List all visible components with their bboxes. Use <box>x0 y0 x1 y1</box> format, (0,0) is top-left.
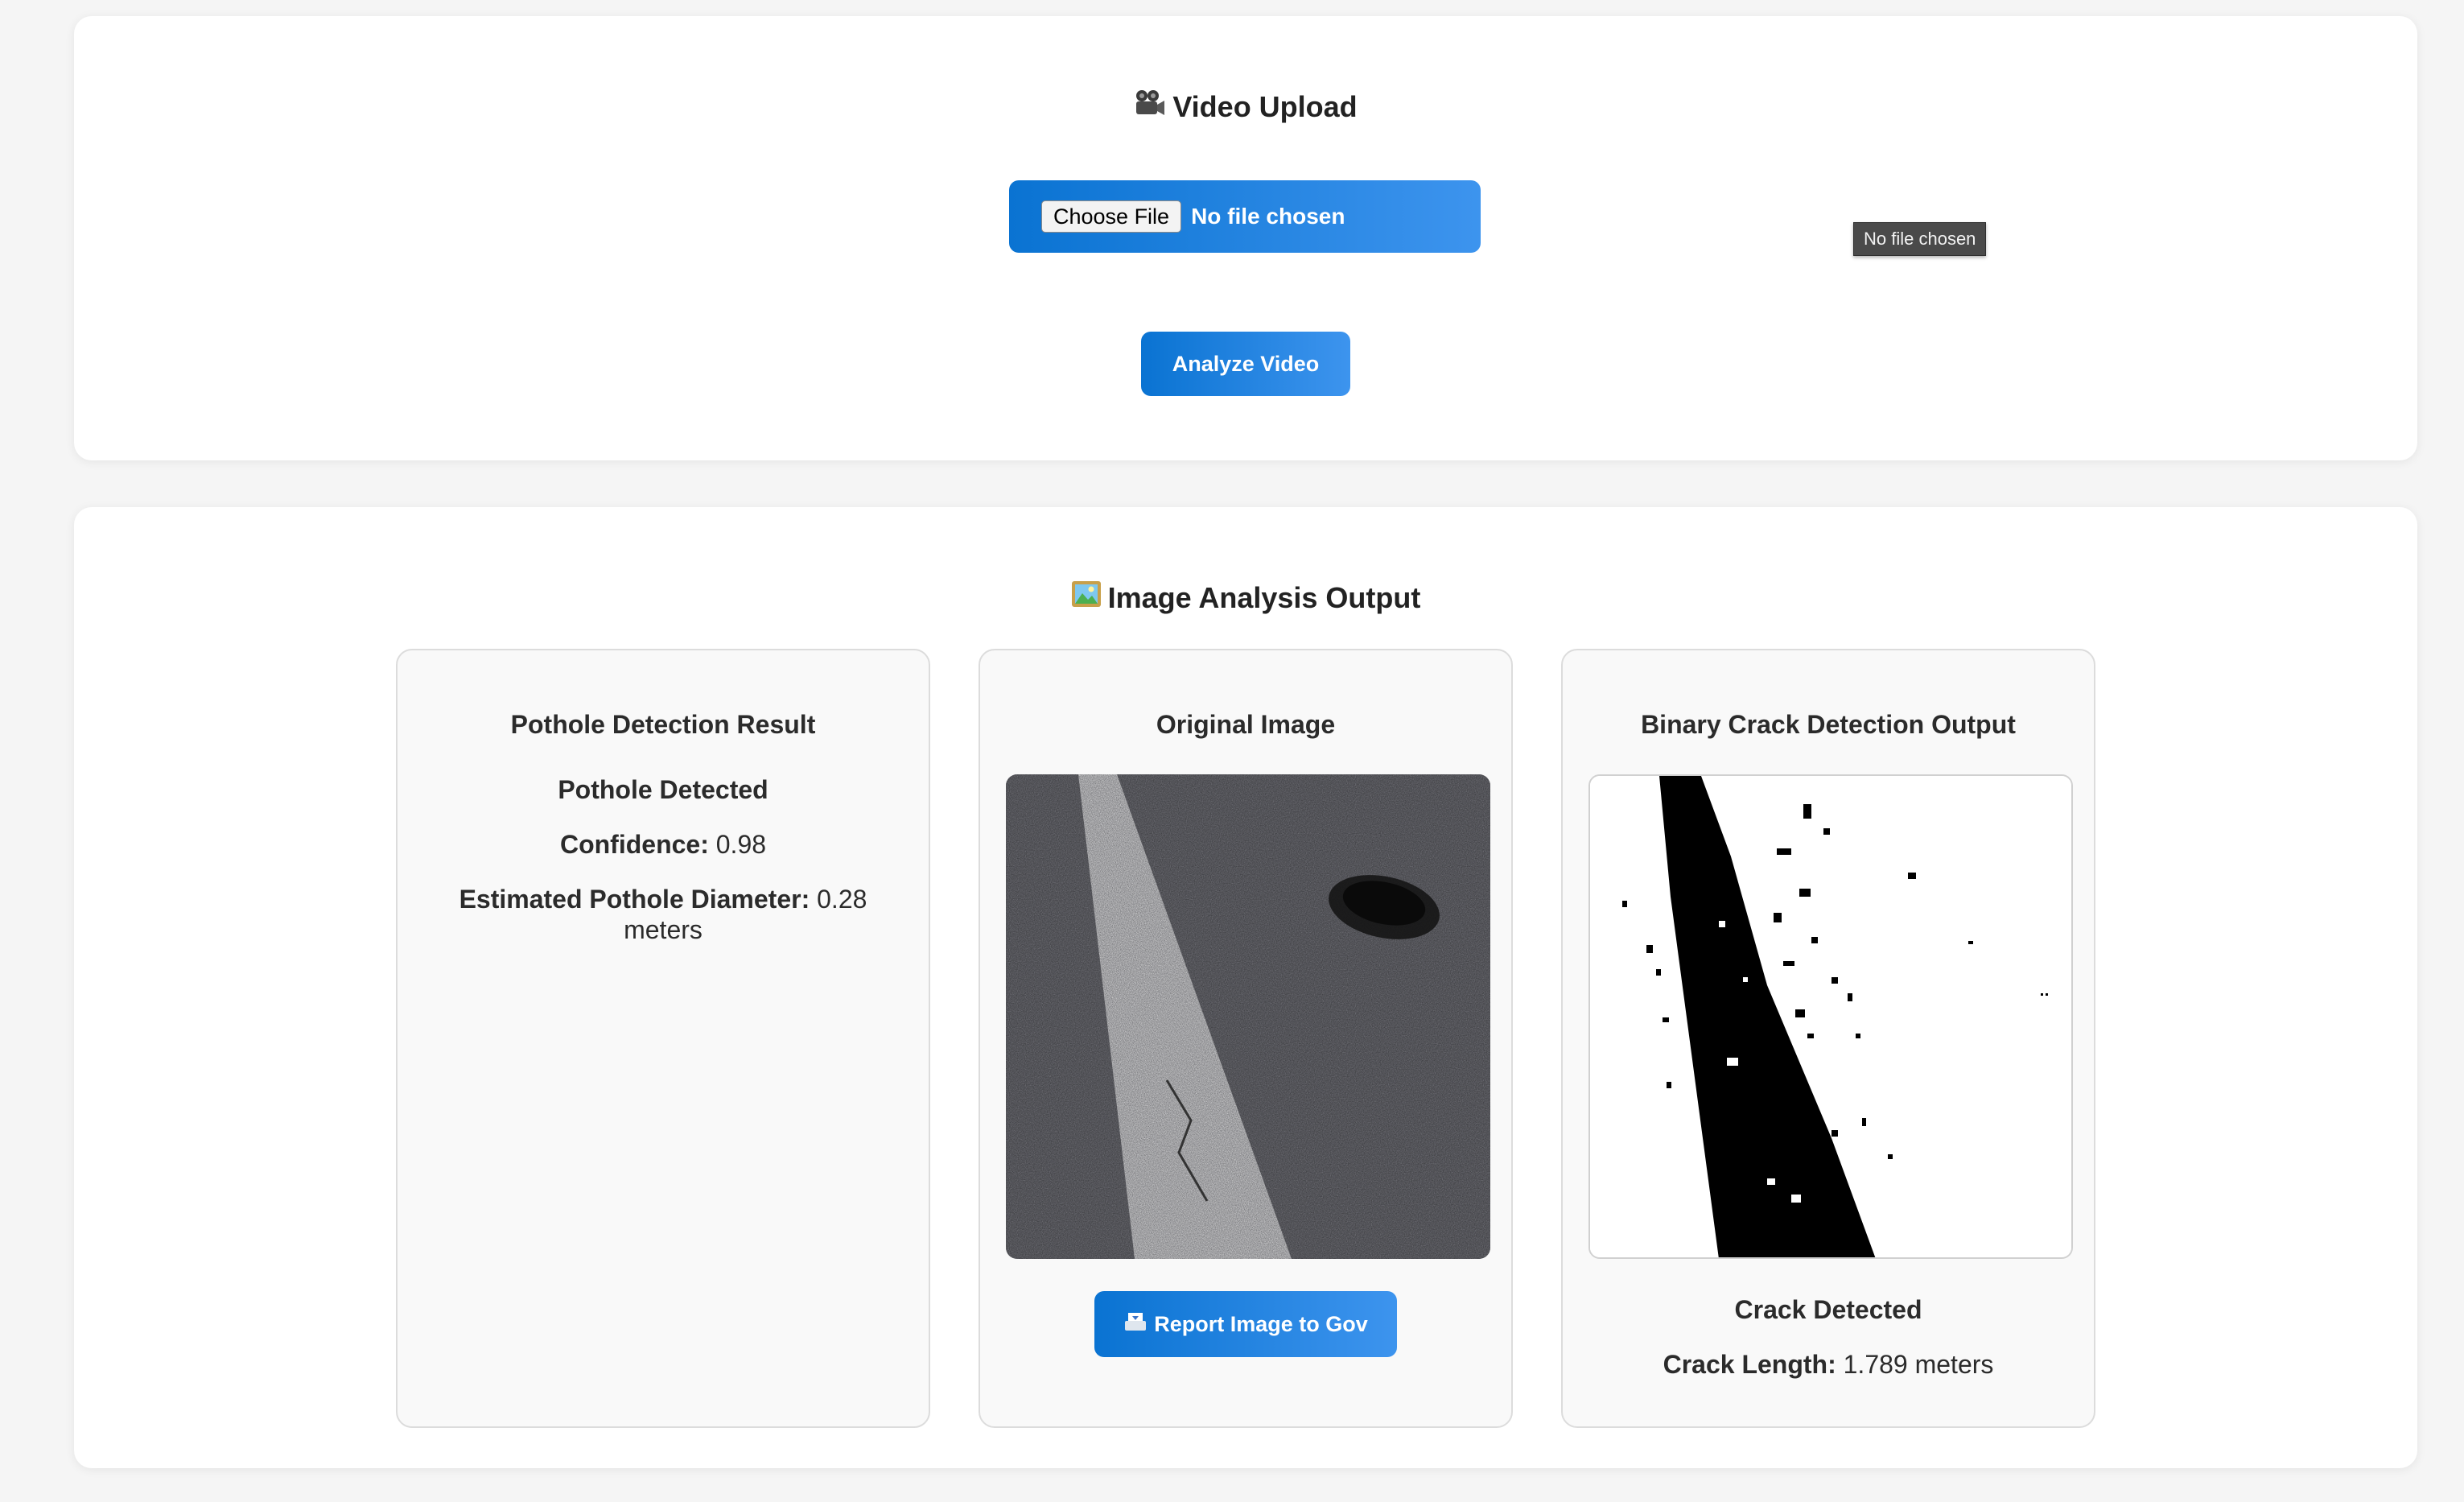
confidence-value: 0.98 <box>715 830 767 859</box>
analyze-video-button[interactable]: Analyze Video <box>1141 332 1350 396</box>
video-upload-heading: Video Upload <box>74 89 2417 125</box>
pothole-diameter: Estimated Pothole Diameter: 0.28 meters <box>430 884 896 945</box>
image-analysis-card: Image Analysis Output Pothole Detection … <box>74 507 2417 1468</box>
image-analysis-heading: Image Analysis Output <box>74 580 2417 616</box>
framed-picture-icon <box>1071 580 1102 616</box>
video-camera-icon <box>1134 89 1166 125</box>
binary-crack-panel: Binary Crack Detection Output Crack Dete… <box>1561 649 2095 1428</box>
crack-status: Crack Detected <box>1734 1295 1922 1324</box>
crack-length-value: 1.789 meters <box>1843 1350 1994 1379</box>
crack-length-label: Crack Length: <box>1663 1350 1836 1379</box>
original-panel-title: Original Image <box>1156 710 1336 739</box>
image-analysis-title: Image Analysis Output <box>1107 580 1421 614</box>
pothole-panel-title: Pothole Detection Result <box>510 710 816 739</box>
confidence-label: Confidence: <box>559 830 709 859</box>
report-image-button[interactable]: Report Image to Gov <box>1094 1291 1397 1357</box>
video-upload-card: Video Upload Choose File No file chosen … <box>74 16 2417 460</box>
video-file-input[interactable]: Choose File No file chosen <box>1009 180 1481 253</box>
report-button-label: Report Image to Gov <box>1154 1311 1368 1336</box>
diameter-label: Estimated Pothole Diameter: <box>459 885 810 914</box>
choose-file-button[interactable]: Choose File <box>1041 200 1182 233</box>
diameter-value: 0.28 <box>817 885 867 914</box>
original-road-image <box>1006 774 1490 1259</box>
crack-length: Crack Length: 1.789 meters <box>1595 1349 2062 1380</box>
binary-panel-title: Binary Crack Detection Output <box>1641 710 2016 739</box>
pothole-confidence: Confidence: 0.98 <box>430 829 896 860</box>
inbox-tray-icon <box>1123 1311 1148 1338</box>
file-input-tooltip: No file chosen <box>1853 222 1987 256</box>
video-upload-title: Video Upload <box>1172 89 1358 123</box>
pothole-status: Pothole Detected <box>558 775 768 804</box>
diameter-unit: meters <box>624 915 703 944</box>
file-status-text: No file chosen <box>1191 204 1345 229</box>
binary-crack-image <box>1588 774 2073 1259</box>
pothole-result-panel: Pothole Detection Result Pothole Detecte… <box>396 649 930 1428</box>
